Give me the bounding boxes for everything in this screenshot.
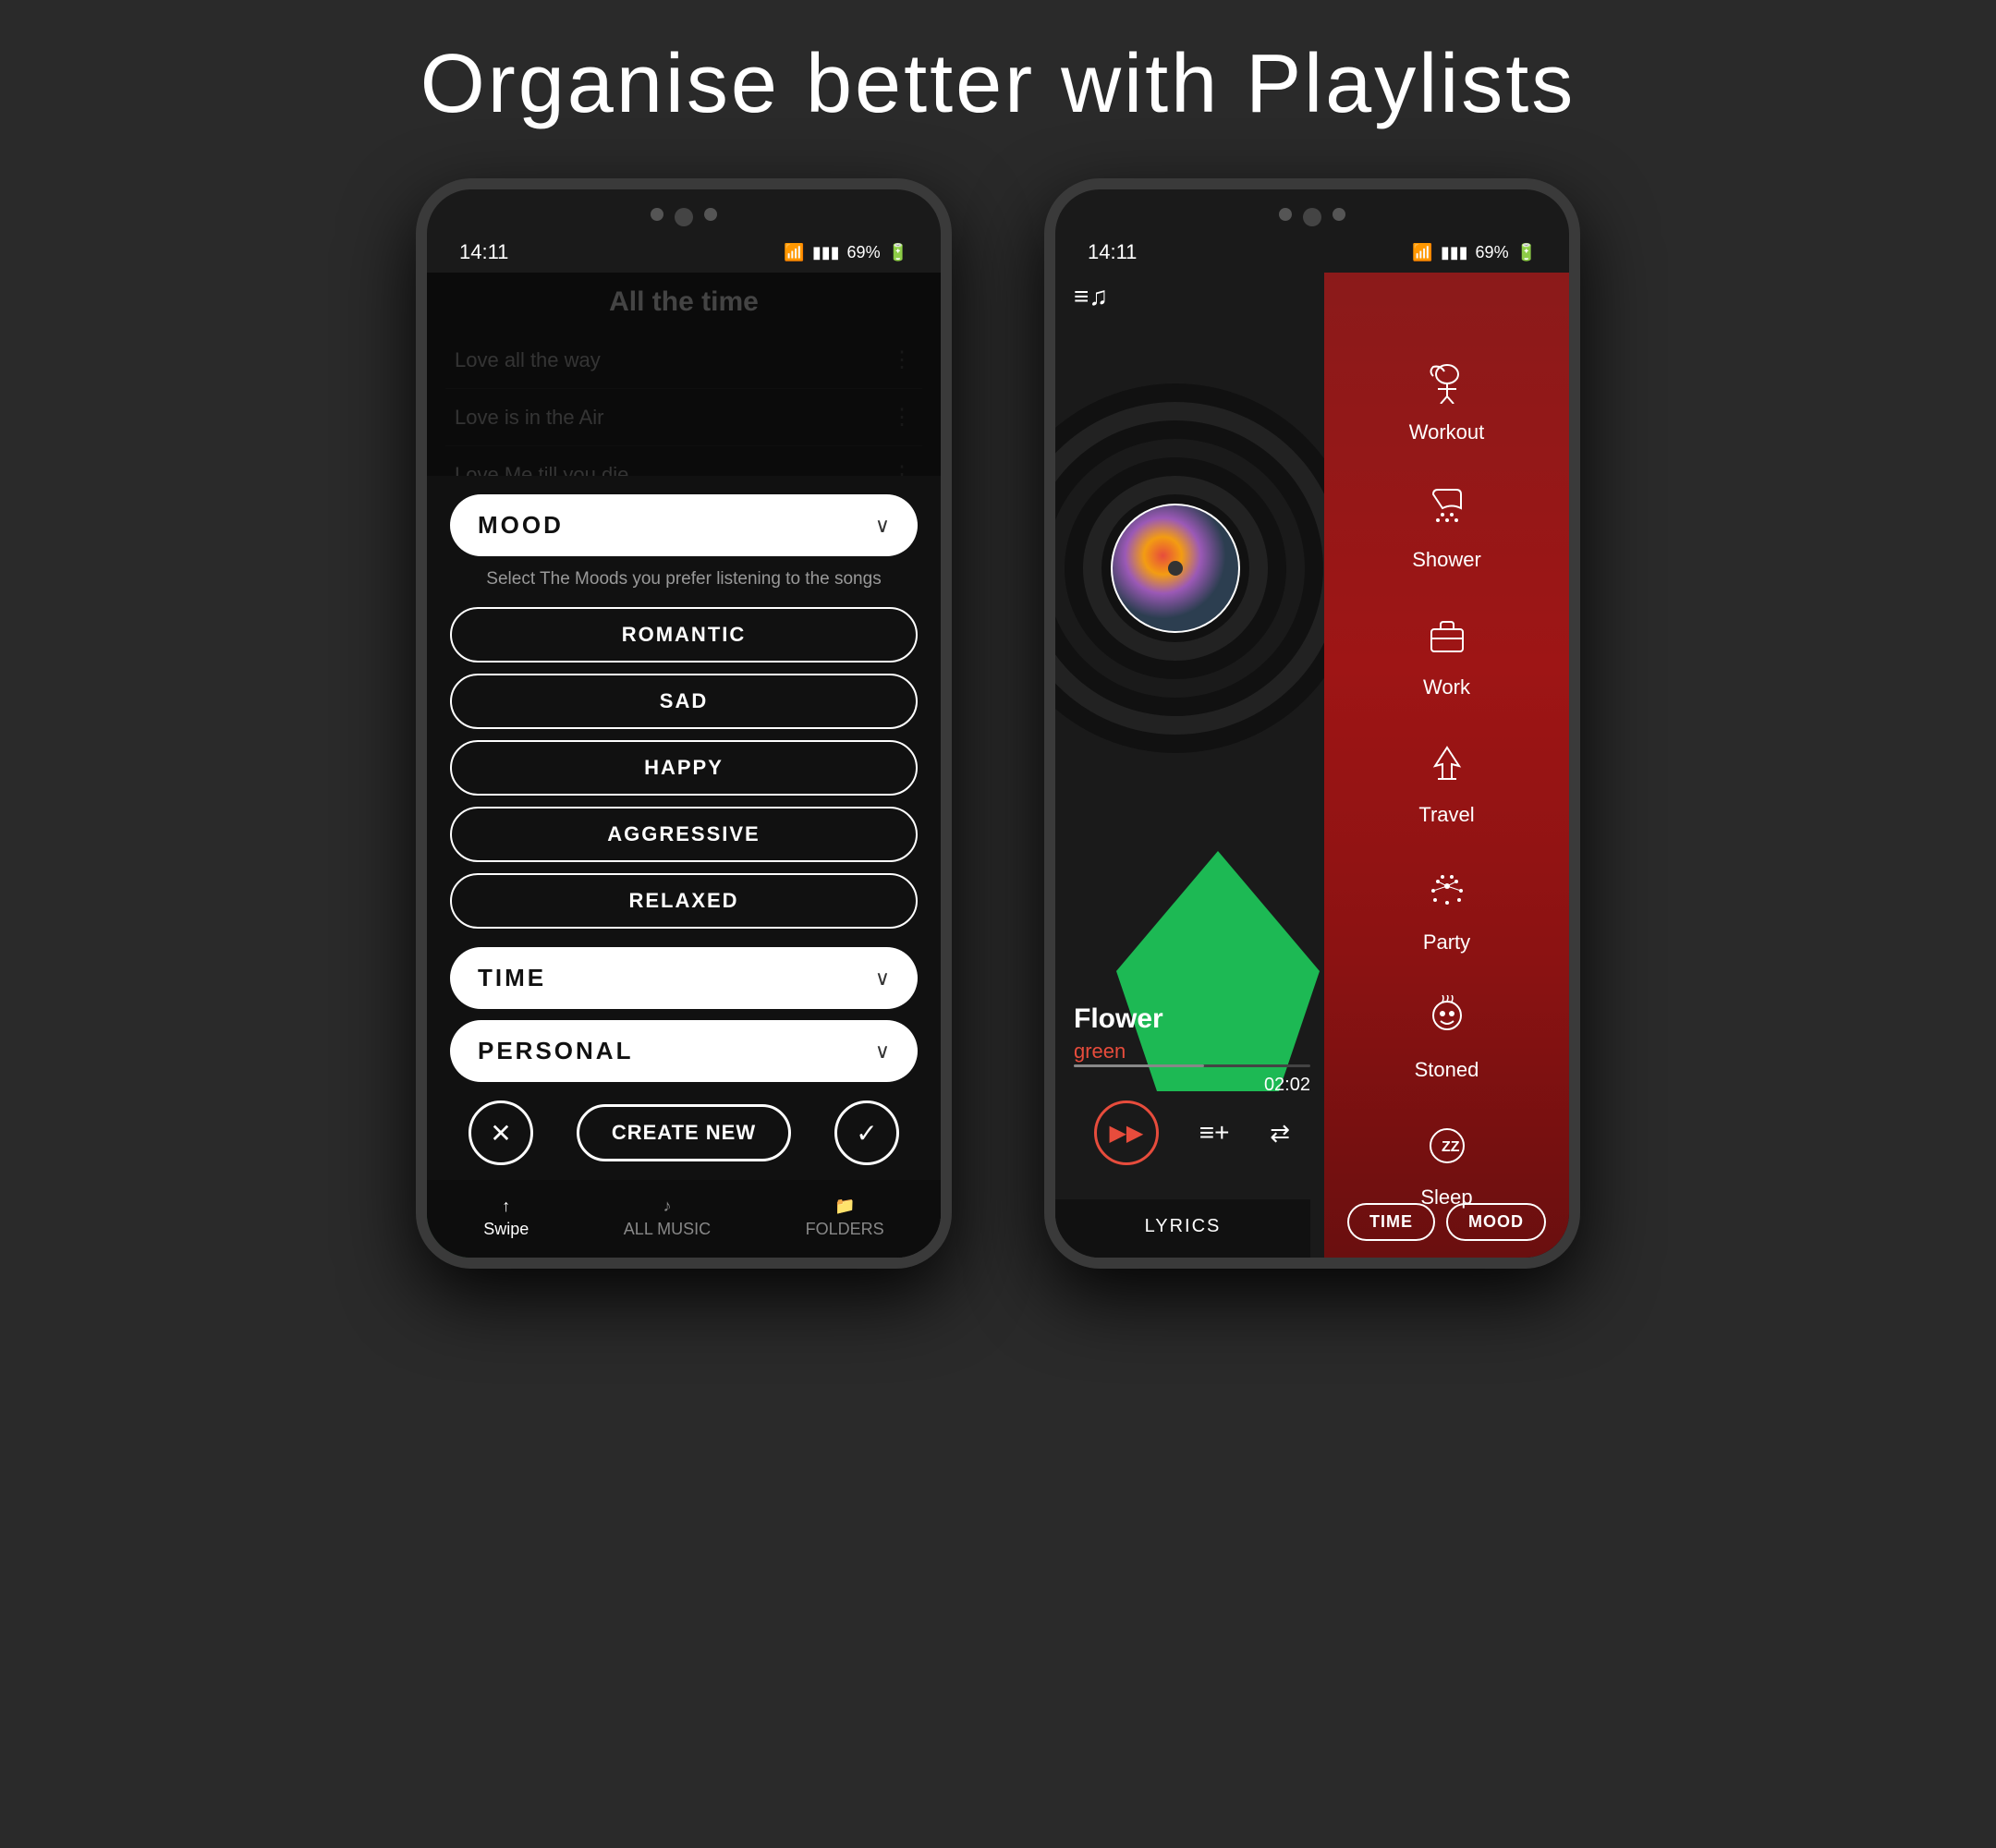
menu-icon[interactable]: ≡♫ (1074, 282, 1108, 311)
right-status-icons: 📶 ▮▮▮ 69% 🔋 (1412, 243, 1537, 262)
song-title: Flower (1074, 1003, 1163, 1035)
personal-dropdown[interactable]: PERSONAL ∨ (450, 1020, 918, 1082)
playlist-item-shower[interactable]: Shower (1324, 465, 1569, 592)
player-controls: ▶▶ ≡+ ⇄ (1074, 1100, 1310, 1165)
signal-icon: ▮▮▮ (812, 243, 840, 262)
work-icon (1424, 613, 1470, 668)
party-label: Party (1423, 930, 1470, 954)
stoned-icon (1424, 995, 1470, 1051)
playlist-item-workout[interactable]: Workout (1324, 337, 1569, 465)
party-icon (1424, 868, 1470, 923)
right-phone: 14:11 📶 ▮▮▮ 69% 🔋 (1044, 178, 1580, 1269)
mood-btn-aggressive[interactable]: AGGRESSIVE (450, 807, 918, 862)
left-bottom-nav: ↑ Swipe ♪ ALL MUSIC 📁 FOLDERS (427, 1180, 941, 1258)
personal-chevron-icon: ∨ (875, 1040, 890, 1064)
header-title: Organise better with Playlists (420, 38, 1576, 130)
panel-bottom-pills: TIME MOOD (1347, 1203, 1546, 1241)
right-screen: ≡♫ Flower green 02:02 ▶▶ ≡+ (1055, 273, 1569, 1258)
travel-icon (1424, 740, 1470, 796)
play-icon: ▶▶ (1109, 1120, 1143, 1147)
shower-icon (1424, 485, 1470, 541)
playlist-item-travel[interactable]: Travel (1324, 720, 1569, 847)
right-bottom-bar: LYRICS (1055, 1199, 1310, 1258)
battery-icon: 🔋 (888, 243, 908, 262)
mood-label: MOOD (478, 511, 564, 540)
shower-label: Shower (1412, 548, 1481, 572)
left-status-icons: 📶 ▮▮▮ 69% 🔋 (784, 243, 908, 262)
progress-time: 02:02 (1074, 1075, 1310, 1096)
shuffle-button[interactable]: ⇄ (1270, 1119, 1290, 1148)
confirm-icon: ✓ (856, 1118, 877, 1149)
wifi-icon: 📶 (784, 243, 804, 262)
right-camera-area (1279, 208, 1345, 226)
playlist-item-party[interactable]: Party (1324, 847, 1569, 975)
cancel-icon: ✕ (490, 1118, 511, 1149)
red-playlist-panel: Workout Shower (1324, 273, 1569, 1258)
mood-description: Select The Moods you prefer listening to… (450, 567, 918, 592)
mood-btn-sad[interactable]: SAD (450, 674, 918, 729)
mood-pill[interactable]: MOOD (1446, 1203, 1546, 1241)
right-status-bar: 14:11 📶 ▮▮▮ 69% 🔋 (1055, 189, 1569, 269)
page-header: Organise better with Playlists (0, 0, 1996, 178)
mood-btn-romantic[interactable]: ROMANTIC (450, 607, 918, 663)
progress-bar (1074, 1064, 1310, 1067)
stoned-label: Stoned (1415, 1058, 1479, 1082)
right-time: 14:11 (1088, 240, 1137, 264)
time-dropdown[interactable]: TIME ∨ (450, 947, 918, 1009)
right-wifi-icon: 📶 (1412, 243, 1432, 262)
left-phone: 14:11 📶 ▮▮▮ 69% 🔋 All the time Love all … (416, 178, 952, 1269)
time-label: TIME (478, 964, 546, 992)
personal-label: PERSONAL (478, 1037, 633, 1065)
swipe-icon: ↑ (502, 1197, 510, 1216)
time-pill[interactable]: TIME (1347, 1203, 1435, 1241)
lyrics-label[interactable]: LYRICS (1145, 1216, 1222, 1237)
work-label: Work (1423, 675, 1470, 699)
progress-fill (1074, 1064, 1204, 1067)
add-queue-button[interactable]: ≡+ (1199, 1118, 1230, 1148)
right-signal-icon: ▮▮▮ (1441, 243, 1468, 262)
travel-label: Travel (1418, 803, 1474, 827)
progress-area[interactable]: 02:02 (1074, 1064, 1310, 1096)
time-chevron-icon: ∨ (875, 967, 890, 991)
left-status-bar: 14:11 📶 ▮▮▮ 69% 🔋 (427, 189, 941, 269)
queue-icon: ≡+ (1199, 1118, 1230, 1147)
create-new-button[interactable]: CREATE NEW (577, 1104, 791, 1161)
vinyl-record (1044, 383, 1360, 753)
all-music-icon: ♪ (663, 1197, 671, 1216)
create-new-label: CREATE NEW (612, 1121, 756, 1144)
modal-panel[interactable]: MOOD ∨ Select The Moods you prefer liste… (427, 476, 941, 1258)
right-battery: 69% (1476, 243, 1509, 262)
time-pill-label: TIME (1369, 1212, 1413, 1231)
folders-icon: 📁 (834, 1197, 855, 1216)
mood-dropdown[interactable]: MOOD ∨ (450, 494, 918, 556)
play-button[interactable]: ▶▶ (1094, 1100, 1159, 1165)
nav-swipe[interactable]: ↑ Swipe (483, 1197, 529, 1239)
workout-label: Workout (1409, 420, 1485, 444)
mood-btn-relaxed[interactable]: RELAXED (450, 873, 918, 929)
cancel-button[interactable]: ✕ (469, 1100, 533, 1165)
nav-folders[interactable]: 📁 FOLDERS (806, 1197, 884, 1239)
camera-area (651, 208, 717, 226)
mood-chevron-icon: ∨ (875, 514, 890, 538)
right-battery-icon: 🔋 (1516, 243, 1537, 262)
left-screen: All the time Love all the way ⋮ Love is … (427, 273, 941, 1258)
playlist-menu-icon: ≡♫ (1074, 282, 1108, 310)
sleep-icon: ZZ (1424, 1123, 1470, 1178)
mood-btn-happy[interactable]: HAPPY (450, 740, 918, 796)
workout-icon (1424, 358, 1470, 413)
nav-all-music[interactable]: ♪ ALL MUSIC (624, 1197, 711, 1239)
now-playing-info: Flower green (1074, 1003, 1163, 1064)
left-time: 14:11 (459, 240, 508, 264)
mood-pill-label: MOOD (1468, 1212, 1524, 1231)
playlist-item-stoned[interactable]: Stoned (1324, 975, 1569, 1102)
modal-actions: ✕ CREATE NEW ✓ (450, 1100, 918, 1165)
shuffle-icon: ⇄ (1270, 1119, 1290, 1147)
artist-name: green (1074, 1040, 1163, 1064)
battery-label: 69% (847, 243, 881, 262)
playlist-item-work[interactable]: Work (1324, 592, 1569, 720)
confirm-button[interactable]: ✓ (834, 1100, 899, 1165)
svg-text:ZZ: ZZ (1442, 1139, 1460, 1155)
